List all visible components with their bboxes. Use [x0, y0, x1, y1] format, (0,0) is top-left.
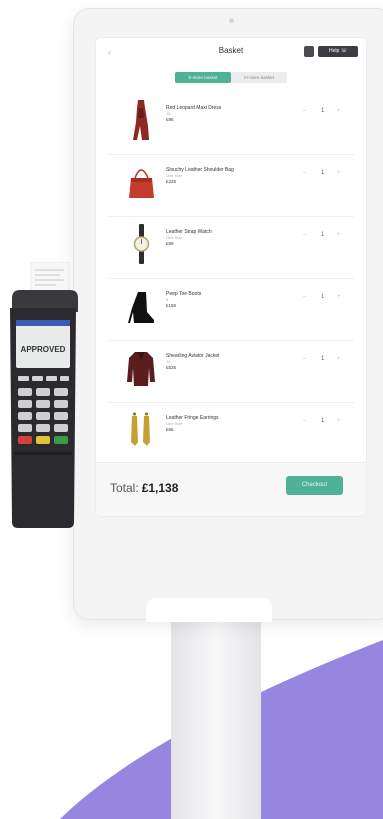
quantity-stepper: – 1 + — [301, 231, 347, 242]
shopping-bag-icon[interactable] — [304, 46, 314, 57]
item-size: 12 — [166, 359, 171, 364]
increase-button[interactable]: + — [337, 108, 341, 114]
divider — [108, 402, 354, 403]
basket-item: Slouchy Leather Shoulder Bag One Size £2… — [96, 158, 366, 210]
kiosk-screen: ‹ Basket Help ☏ E-store basket In-store … — [96, 38, 366, 516]
divider — [108, 154, 354, 155]
basket-total: Total: £1,138 — [110, 481, 178, 495]
divider — [108, 340, 354, 341]
quantity-stepper: – 1 + — [301, 417, 347, 428]
increase-button[interactable]: + — [337, 294, 341, 300]
quantity-value: 1 — [321, 108, 325, 114]
basket-item: Shearling Aviator Jacket 12 £525 – 1 + — [96, 344, 366, 396]
basket-item: Leather Fringe Earrings One Size £65 – 1… — [96, 406, 366, 458]
decrease-button[interactable]: – — [303, 356, 306, 362]
kiosk-notch — [146, 598, 272, 622]
quantity-value: 1 — [321, 356, 325, 362]
quantity-stepper: – 1 + — [301, 293, 347, 304]
increase-button[interactable]: + — [337, 356, 341, 362]
basket-item: Leather Strap Watch One Size £69 – 1 + — [96, 220, 366, 272]
item-size: One Size — [166, 173, 183, 178]
quantity-value: 1 — [321, 294, 325, 300]
top-bar: ‹ Basket Help ☏ — [96, 38, 366, 68]
boot-thumbnail — [128, 292, 154, 323]
quantity-stepper: – 1 + — [301, 355, 347, 366]
card-terminal: APPROVED — [10, 262, 78, 528]
quantity-value: 1 — [321, 418, 325, 424]
increase-button[interactable]: + — [337, 170, 341, 176]
kiosk-camera — [229, 18, 234, 23]
total-label: Total: — [110, 481, 139, 495]
item-name: Peep Toe Boots — [166, 291, 202, 297]
decrease-button[interactable]: – — [303, 418, 306, 424]
total-value: £1,138 — [141, 481, 179, 495]
item-name: Red Leopard Maxi Dress — [166, 105, 222, 111]
increase-button[interactable]: + — [337, 418, 341, 424]
tab-e-store-basket[interactable]: E-store basket — [175, 72, 231, 83]
kiosk-stand — [171, 608, 261, 819]
dress-thumbnail — [133, 100, 149, 140]
basket-footer: Total: £1,138 Checkout — [96, 462, 366, 516]
basket-item: Red Leopard Maxi Dress 10 £95 – 1 + — [96, 96, 366, 148]
quantity-stepper: – 1 + — [301, 107, 347, 118]
item-price: £65 — [166, 427, 174, 432]
item-name: Shearling Aviator Jacket — [166, 353, 220, 359]
item-size: 6 — [166, 297, 169, 302]
divider — [108, 278, 354, 279]
quantity-value: 1 — [321, 170, 325, 176]
item-price: £95 — [166, 117, 174, 122]
item-price: £69 — [166, 241, 174, 246]
decrease-button[interactable]: – — [303, 108, 306, 114]
checkout-button[interactable]: Checkout — [286, 476, 343, 495]
item-size: 10 — [166, 111, 171, 116]
watch-thumbnail — [133, 224, 150, 264]
tab-in-store-basket[interactable]: In-store basket — [231, 72, 287, 83]
decrease-button[interactable]: – — [303, 294, 306, 300]
earrings-thumbnail — [131, 412, 150, 446]
decrease-button[interactable]: – — [303, 232, 306, 238]
quantity-value: 1 — [321, 232, 325, 238]
item-price: £155 — [166, 303, 177, 308]
quantity-stepper: – 1 + — [301, 169, 347, 180]
divider — [108, 216, 354, 217]
decrease-button[interactable]: – — [303, 170, 306, 176]
item-size: One Size — [166, 421, 183, 426]
help-button[interactable]: Help ☏ — [318, 46, 358, 57]
terminal-screen-text: APPROVED — [21, 345, 66, 354]
item-size: One Size — [166, 235, 183, 240]
basket-item: Peep Toe Boots 6 £155 – 1 + — [96, 282, 366, 334]
increase-button[interactable]: + — [337, 232, 341, 238]
item-price: £525 — [166, 365, 177, 370]
jacket-thumbnail — [127, 352, 155, 386]
item-price: £225 — [166, 179, 177, 184]
bag-thumbnail — [129, 169, 154, 198]
basket-tabs: E-store basket In-store basket — [175, 72, 287, 83]
